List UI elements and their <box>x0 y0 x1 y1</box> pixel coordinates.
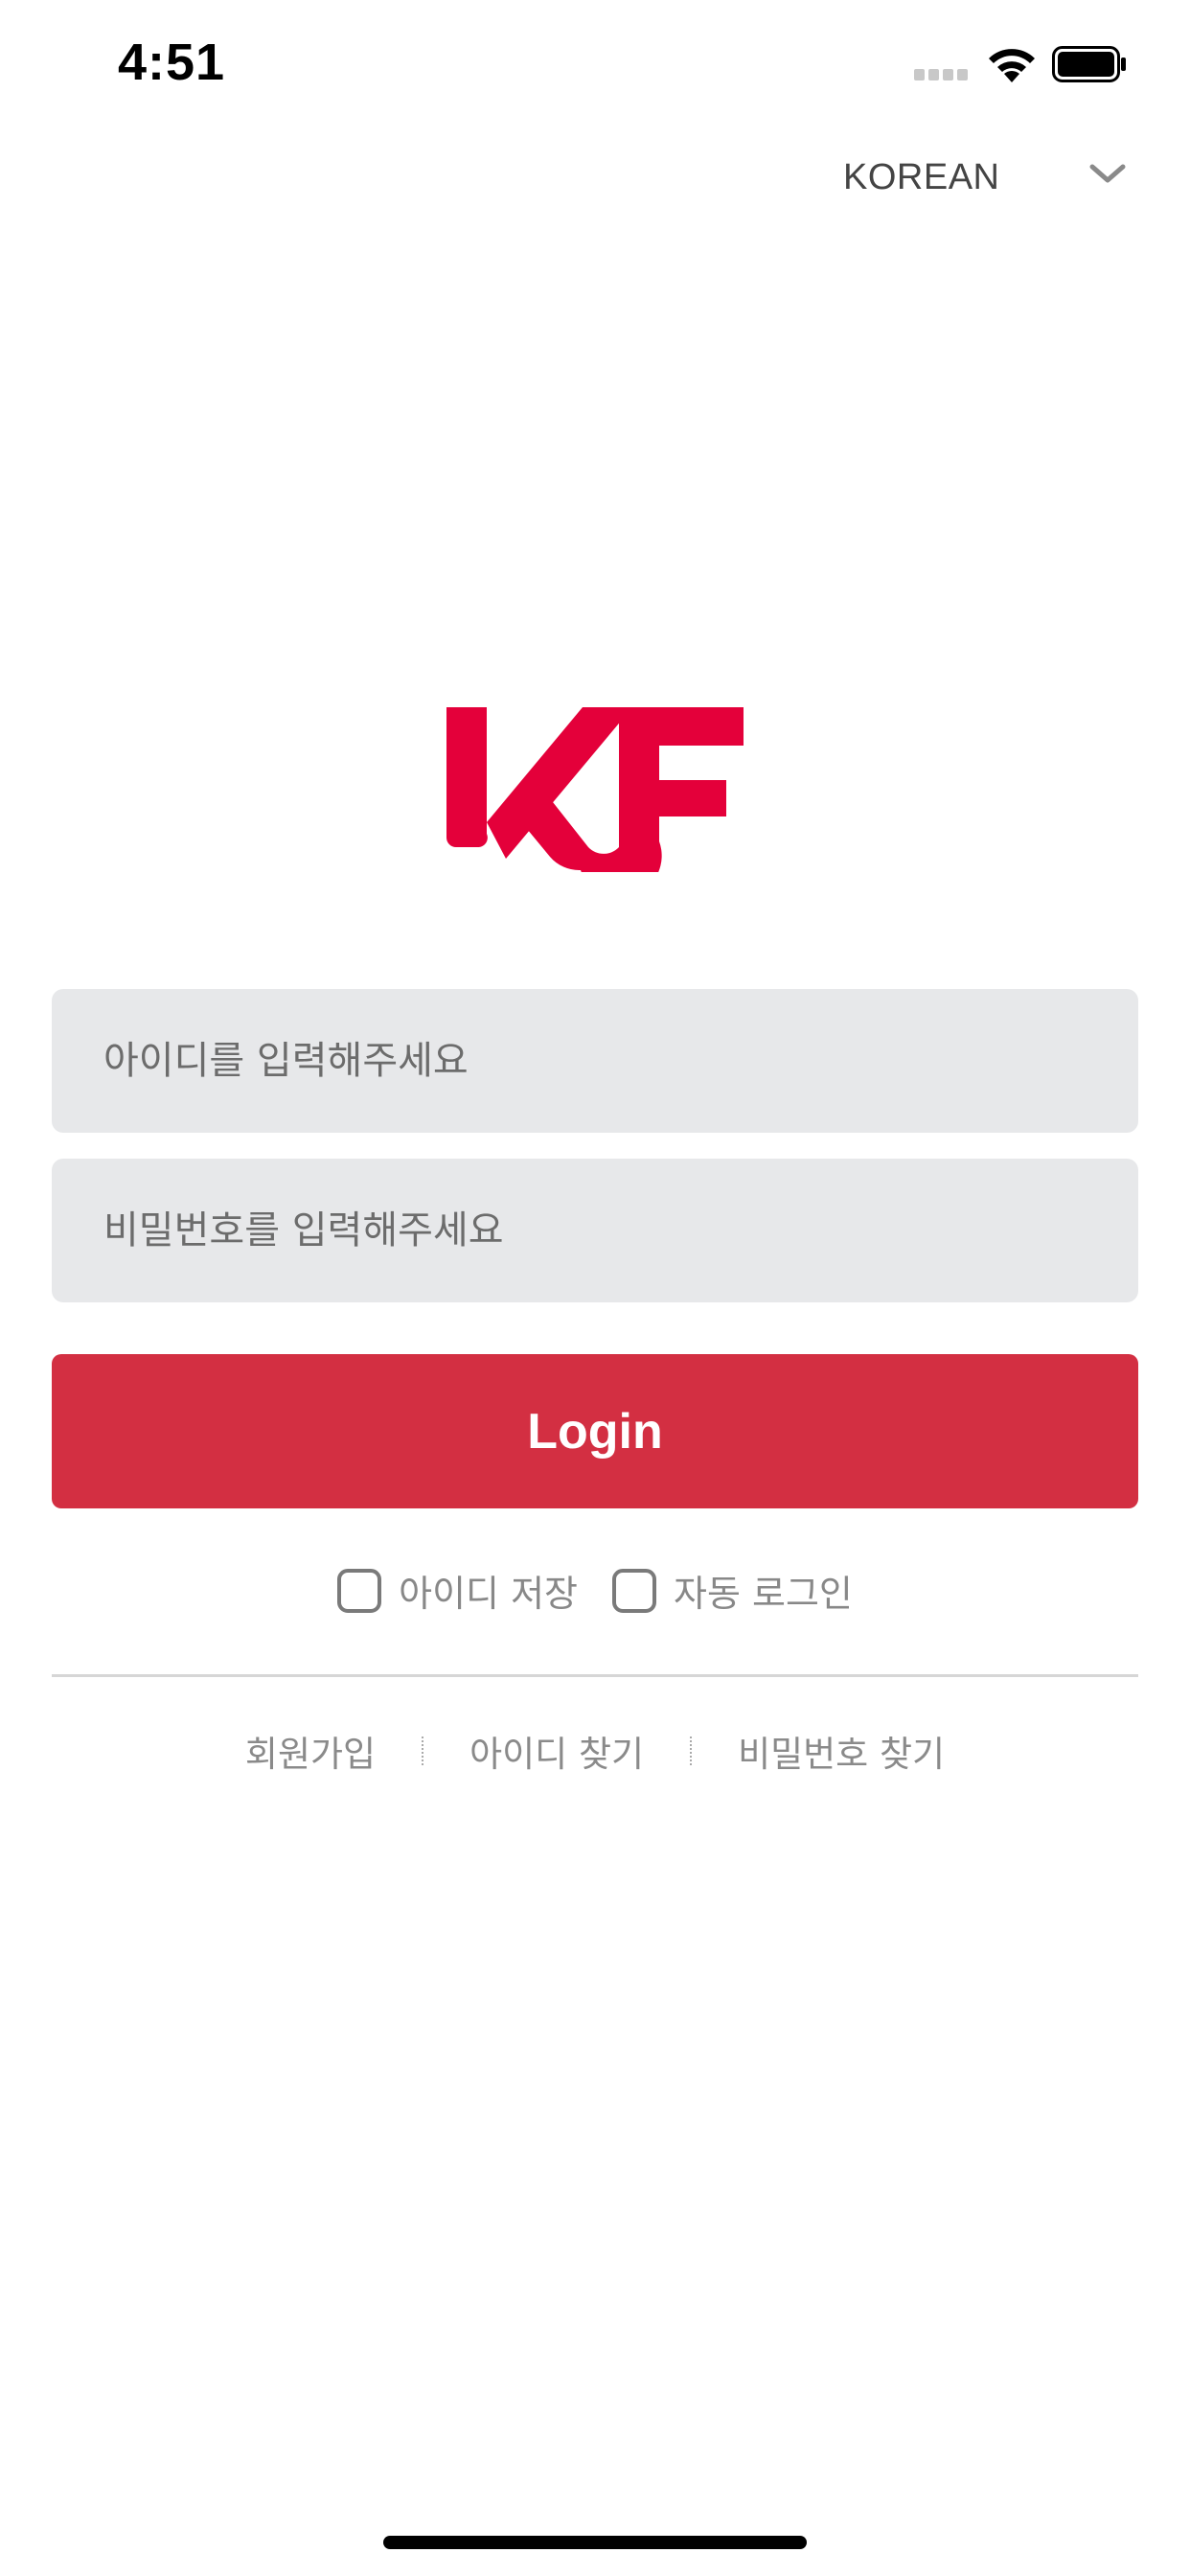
auto-login-option[interactable]: 자동 로그인 <box>612 1564 853 1617</box>
link-separator <box>690 1736 693 1765</box>
auto-login-label: 자동 로그인 <box>674 1573 853 1615</box>
find-password-link[interactable]: 비밀번호 찾기 <box>738 1725 945 1777</box>
signup-link[interactable]: 회원가입 <box>245 1725 376 1777</box>
kf-logo <box>446 707 744 872</box>
language-select[interactable]: KOREAN <box>843 144 1140 211</box>
login-screen: 4:51 KOREAN Login <box>0 0 1190 2576</box>
id-input[interactable] <box>52 989 1138 1133</box>
login-button[interactable]: Login <box>52 1354 1138 1508</box>
password-input[interactable] <box>52 1159 1138 1302</box>
battery-icon <box>1052 46 1126 82</box>
chevron-down-icon <box>1089 164 1126 183</box>
save-id-checkbox[interactable] <box>337 1568 382 1613</box>
find-id-link[interactable]: 아이디 찾기 <box>469 1725 644 1777</box>
login-options: 아이디 저장 자동 로그인 <box>0 1564 1190 1617</box>
auto-login-checkbox[interactable] <box>612 1568 656 1613</box>
save-id-label: 아이디 저장 <box>399 1573 578 1615</box>
account-links: 회원가입 아이디 찾기 비밀번호 찾기 <box>0 1725 1190 1777</box>
link-separator <box>422 1736 424 1765</box>
status-time: 4:51 <box>118 34 226 91</box>
signal-icon <box>914 69 970 82</box>
home-indicator[interactable] <box>383 2536 807 2549</box>
wifi-icon <box>989 49 1035 82</box>
divider <box>52 1674 1138 1677</box>
language-label: KOREAN <box>843 156 1000 197</box>
save-id-option[interactable]: 아이디 저장 <box>337 1564 578 1617</box>
